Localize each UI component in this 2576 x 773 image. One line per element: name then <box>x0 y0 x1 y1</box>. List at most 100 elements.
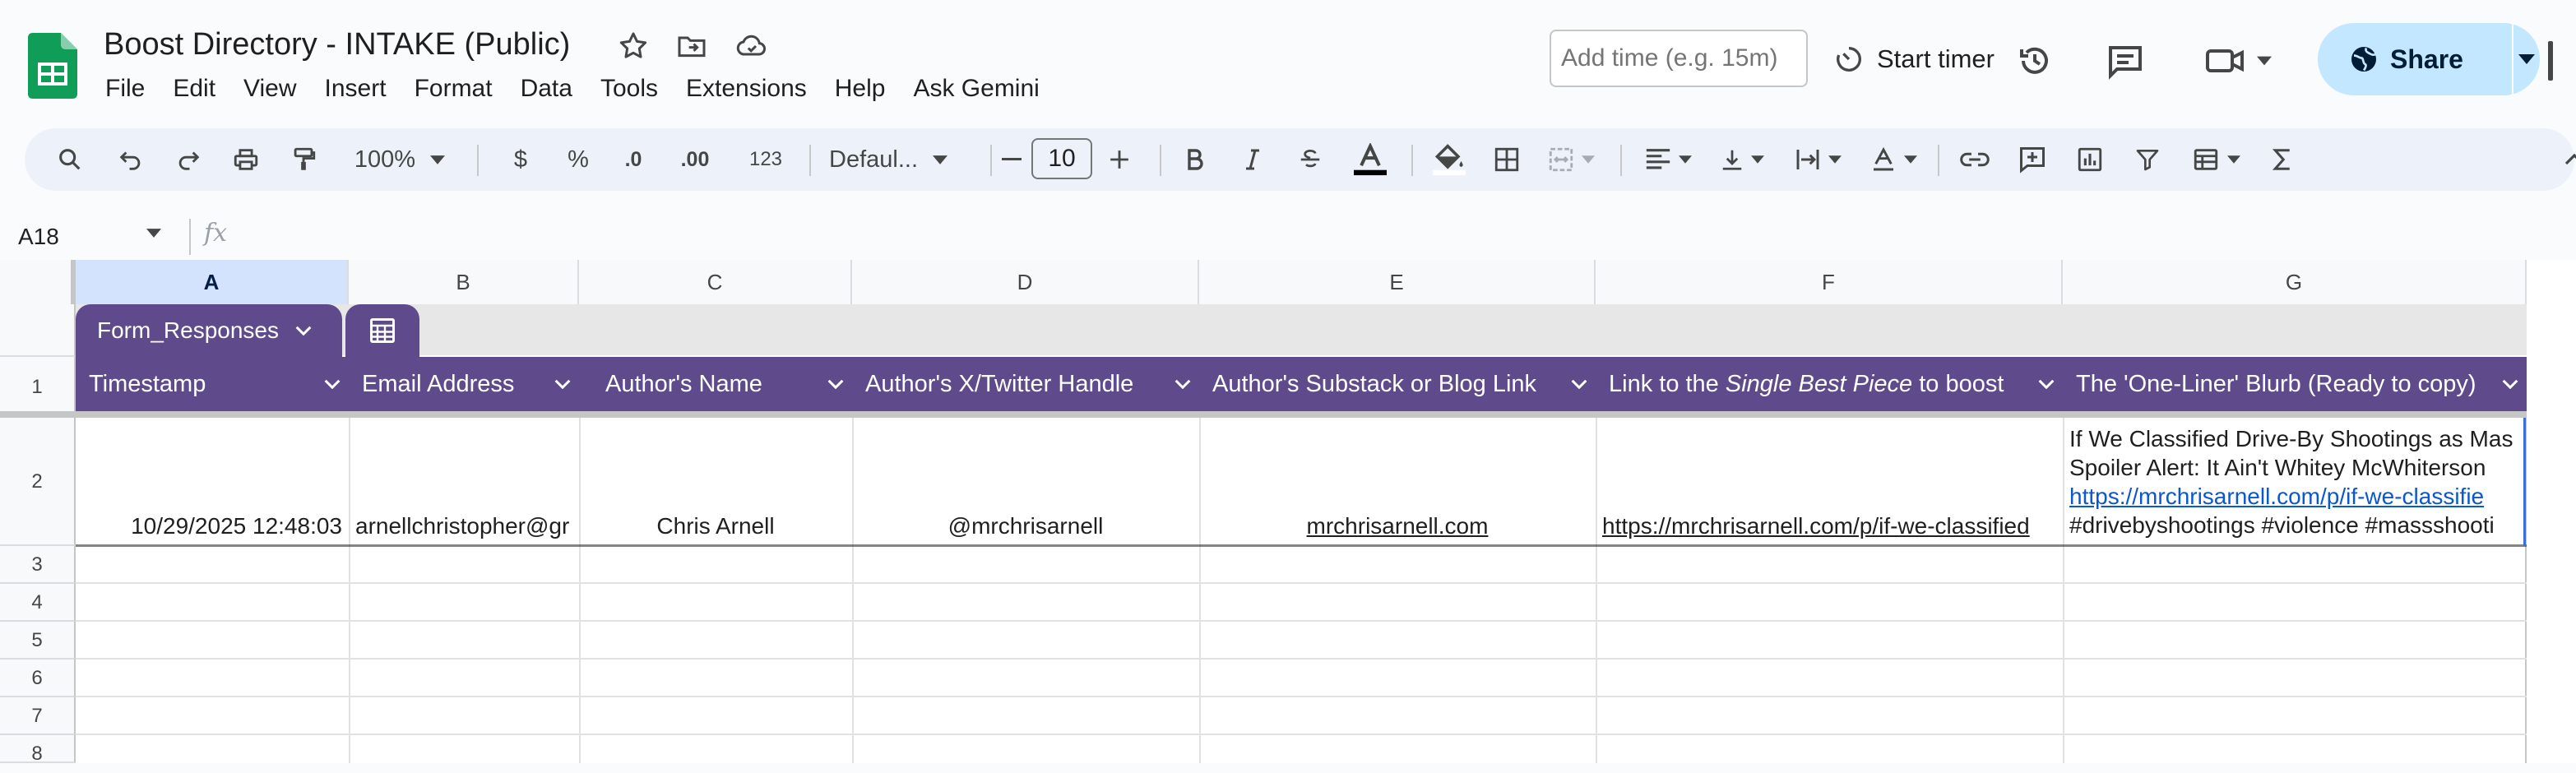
menu-tools[interactable]: Tools <box>600 71 673 107</box>
name-box[interactable]: A18 <box>18 220 59 253</box>
share-button[interactable]: Share <box>2318 23 2540 95</box>
cell-email[interactable]: arnellchristopher@gr <box>349 513 579 539</box>
menu-ask-gemini[interactable]: Ask Gemini <box>913 71 1054 107</box>
font-size-input[interactable]: 10 <box>1031 138 1092 179</box>
row-header-8[interactable]: 8 <box>0 735 76 765</box>
text-color-button[interactable] <box>1347 128 1393 191</box>
row-header-4[interactable]: 4 <box>0 584 76 622</box>
decrease-decimal-button[interactable]: .0 <box>609 128 658 191</box>
filter-icon[interactable] <box>2127 128 2168 191</box>
menu-data[interactable]: Data <box>521 71 587 107</box>
share-options-button[interactable] <box>2513 23 2540 95</box>
fill-color-icon <box>1433 144 1466 176</box>
header-blurb[interactable]: The 'One-Liner' Blurb (Ready to copy) <box>2063 357 2527 411</box>
cell-best-piece-link[interactable]: https://mrchrisarnell.com/p/if-we-classi… <box>1596 513 2063 539</box>
column-header-b[interactable]: B <box>349 260 579 304</box>
row-header-2[interactable]: 2 <box>0 418 76 546</box>
strikethrough-button[interactable] <box>1290 128 1331 191</box>
paint-format-icon[interactable] <box>283 128 324 191</box>
cell-twitter-handle[interactable]: @mrchrisarnell <box>852 513 1199 539</box>
frozen-row-divider[interactable] <box>0 411 2527 418</box>
table-name-chip[interactable]: Form_Responses <box>76 304 342 357</box>
menu-extensions[interactable]: Extensions <box>686 71 822 107</box>
column-header-c[interactable]: C <box>579 260 852 304</box>
insert-comment-icon[interactable] <box>2012 128 2053 191</box>
italic-button[interactable] <box>1232 128 1273 191</box>
row-header-6[interactable]: 6 <box>0 660 76 697</box>
select-all-corner[interactable] <box>0 260 76 304</box>
menu-view[interactable]: View <box>243 71 311 107</box>
header-best-piece[interactable]: Link to the Single Best Piece to boost <box>1596 357 2063 411</box>
document-title[interactable]: Boost Directory - INTAKE (Public) <box>104 25 570 64</box>
currency-format-button[interactable]: $ <box>500 128 541 191</box>
best-piece-link[interactable]: https://mrchrisarnell.com/p/if-we-classi… <box>1602 513 2030 539</box>
blurb-link[interactable]: https://mrchrisarnell.com/p/if-we-classi… <box>2069 482 2525 511</box>
column-header-f[interactable]: F <box>1596 260 2063 304</box>
video-call-button[interactable] <box>2204 41 2272 81</box>
increase-decimal-button[interactable]: .00 <box>666 128 724 191</box>
row-header-7[interactable]: 7 <box>0 697 76 735</box>
text-rotation-button[interactable] <box>1860 128 1926 191</box>
formula-input[interactable] <box>239 219 2541 255</box>
functions-icon[interactable] <box>2262 128 2303 191</box>
decrease-font-size-button[interactable] <box>997 128 1026 191</box>
header-timestamp-label: Timestamp <box>89 370 206 397</box>
cell-author-name[interactable]: Chris Arnell <box>579 513 852 539</box>
sheets-logo-icon[interactable] <box>28 33 77 99</box>
column-header-e[interactable]: E <box>1199 260 1596 304</box>
borders-icon[interactable] <box>1484 128 1530 191</box>
redo-icon[interactable] <box>168 128 209 191</box>
bold-button[interactable] <box>1174 128 1216 191</box>
print-icon[interactable] <box>225 128 266 191</box>
cell-blurb[interactable]: If We Classified Drive-By Shootings as M… <box>2063 424 2525 539</box>
collapse-toolbar-icon[interactable] <box>2558 128 2576 191</box>
blog-link[interactable]: mrchrisarnell.com <box>1307 513 1489 539</box>
row-header-1[interactable]: 1 <box>0 357 76 418</box>
column-header-a[interactable]: A <box>76 260 349 304</box>
row-header-3[interactable]: 3 <box>0 546 76 584</box>
increase-font-size-button[interactable] <box>1099 128 1140 191</box>
insert-link-icon[interactable] <box>1954 128 1995 191</box>
chevron-down-icon <box>1571 379 1587 389</box>
font-family-select[interactable]: Defaul... <box>829 128 977 191</box>
zoom-select[interactable]: 100% <box>342 128 457 191</box>
more-formats-button[interactable]: 123 <box>739 128 793 191</box>
cloud-saved-icon[interactable] <box>734 30 770 62</box>
chevron-down-icon[interactable] <box>146 229 161 238</box>
start-timer-button[interactable]: Start timer <box>1832 38 1995 81</box>
table-view-button[interactable] <box>2181 128 2250 191</box>
vertical-align-button[interactable] <box>1709 128 1775 191</box>
menu-format[interactable]: Format <box>415 71 507 107</box>
text-wrapping-button[interactable] <box>1785 128 1851 191</box>
merge-cells-button[interactable] <box>1536 128 1605 191</box>
comment-icon[interactable] <box>2106 41 2145 81</box>
menu-help[interactable]: Help <box>835 71 901 107</box>
horizontal-align-button[interactable] <box>1635 128 1701 191</box>
header-twitter-handle[interactable]: Author's X/Twitter Handle <box>852 357 1199 411</box>
table-calculator-button[interactable] <box>345 304 419 357</box>
row-header-5[interactable]: 5 <box>0 622 76 660</box>
column-header-g[interactable]: G <box>2063 260 2527 304</box>
search-menus-icon[interactable] <box>49 128 90 191</box>
cell-blog-link[interactable]: mrchrisarnell.com <box>1199 513 1596 539</box>
header-email[interactable]: Email Address <box>349 357 579 411</box>
history-icon[interactable] <box>2015 41 2055 81</box>
menu-insert[interactable]: Insert <box>325 71 401 107</box>
cell-timestamp[interactable]: 10/29/2025 12:48:03 <box>76 513 349 539</box>
menu-file[interactable]: File <box>105 71 160 107</box>
menu-edit[interactable]: Edit <box>173 71 230 107</box>
header-author-name[interactable]: Author's Name <box>579 357 852 411</box>
header-timestamp[interactable]: Timestamp <box>76 357 349 411</box>
column-header-d[interactable]: D <box>852 260 1199 304</box>
insert-chart-icon[interactable] <box>2069 128 2110 191</box>
merge-icon <box>1549 147 1573 172</box>
header-blog-link[interactable]: Author's Substack or Blog Link <box>1199 357 1596 411</box>
header-best-piece-pre: Link to the <box>1609 370 1726 397</box>
align-left-icon <box>1646 149 1670 169</box>
undo-icon[interactable] <box>110 128 151 191</box>
star-icon[interactable] <box>617 30 650 62</box>
percent-format-button[interactable]: % <box>558 128 599 191</box>
add-time-input[interactable] <box>1550 30 1808 87</box>
fill-color-button[interactable] <box>1426 128 1472 191</box>
move-folder-icon[interactable] <box>674 30 709 62</box>
